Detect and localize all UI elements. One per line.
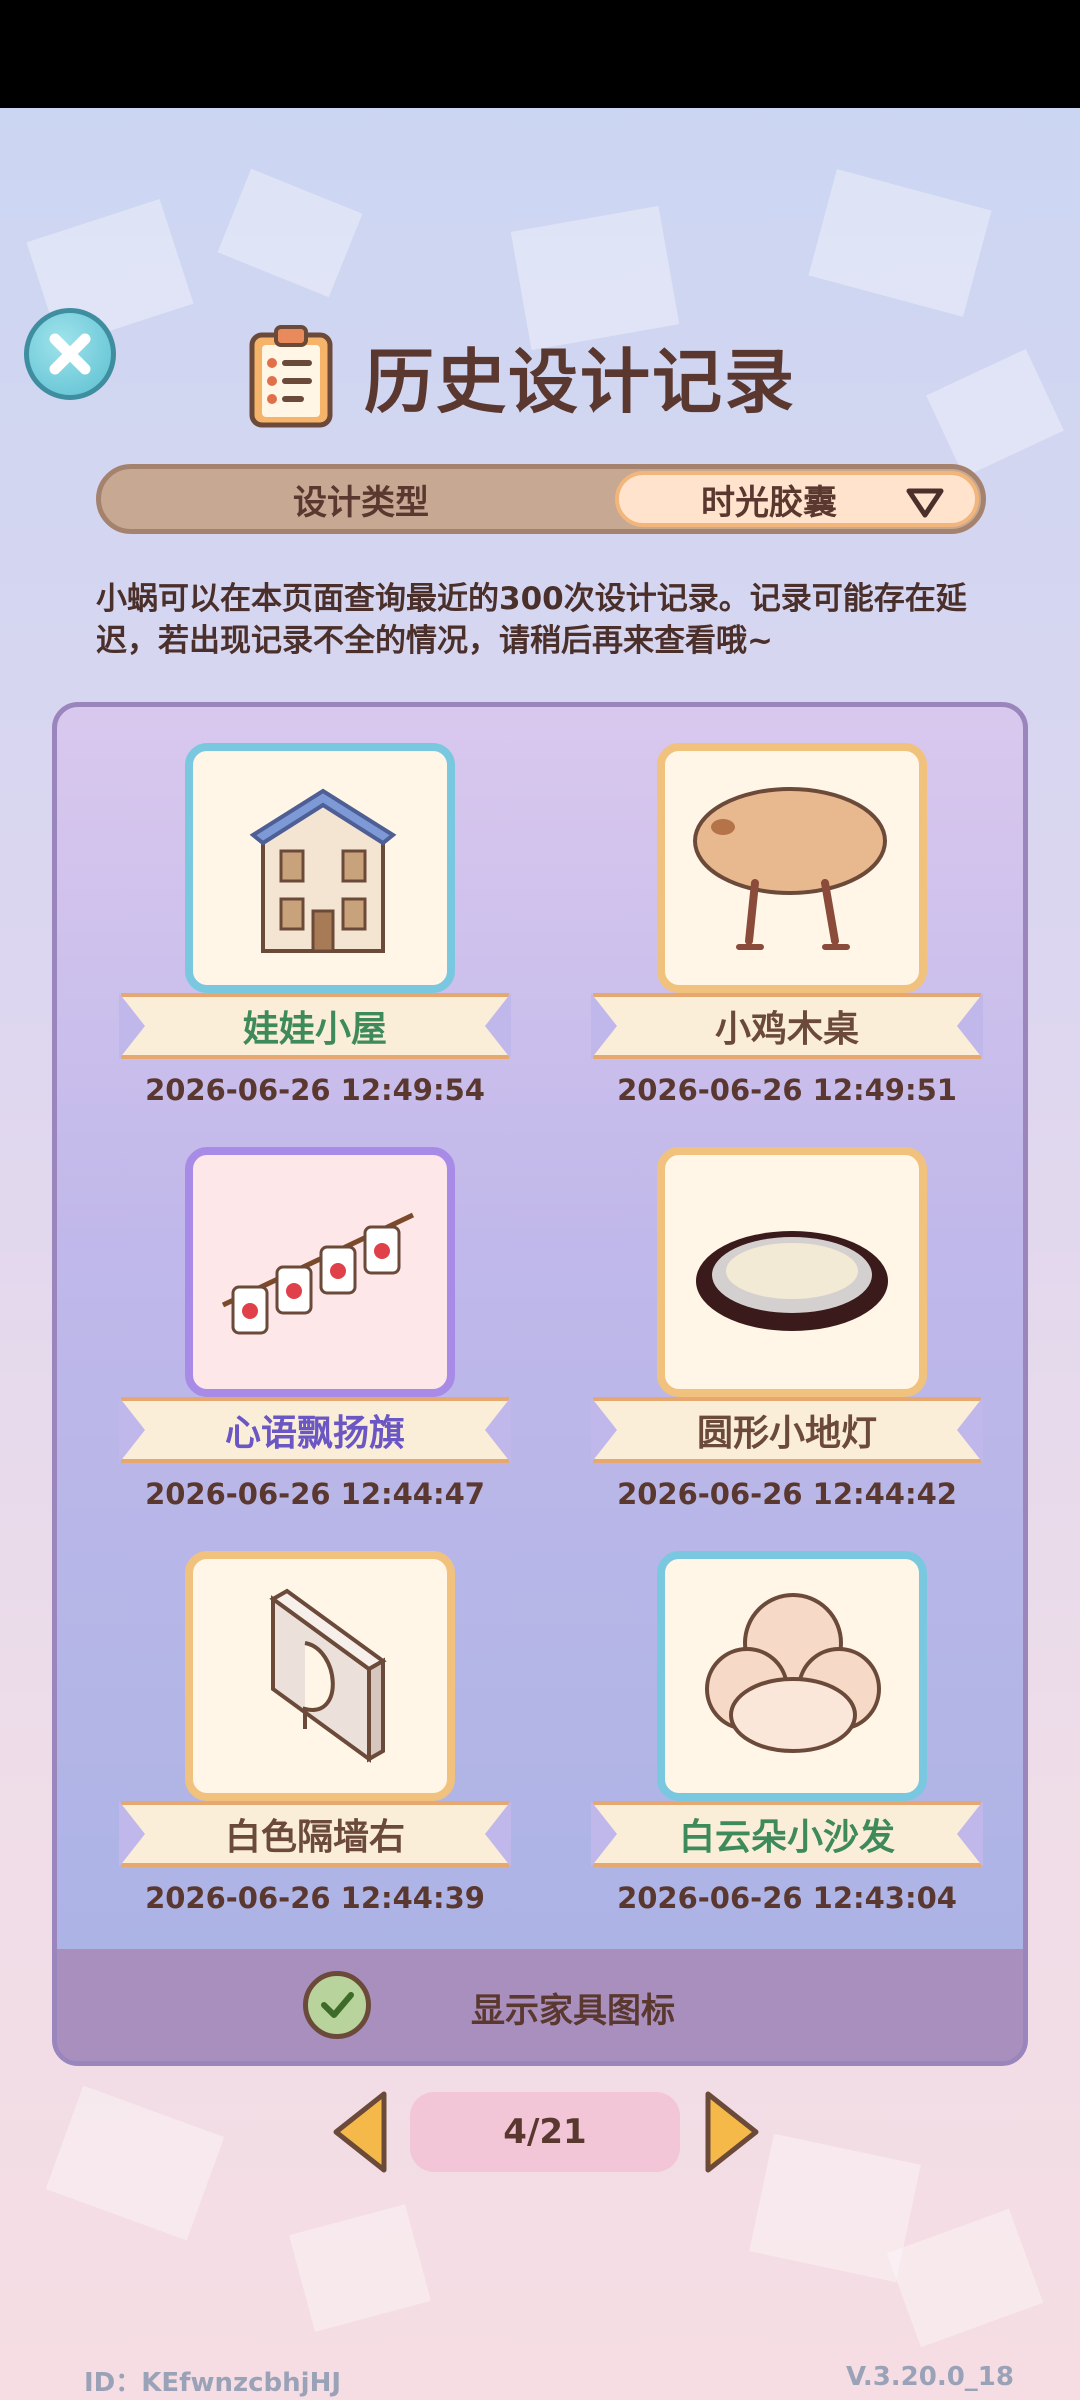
dollhouse-icon xyxy=(249,788,397,953)
record-name-ribbon: 白云朵小沙发 xyxy=(591,1801,983,1867)
white-wall-icon xyxy=(269,1588,387,1763)
show-icons-checkbox[interactable] xyxy=(303,1971,371,2039)
record-thumbnail xyxy=(657,743,927,993)
record-card[interactable]: 白云朵小沙发 2026-06-26 12:43:04 xyxy=(587,1551,987,1931)
cloud-sofa-icon xyxy=(705,1593,881,1753)
record-name: 圆形小地灯 xyxy=(696,1413,877,1454)
round-floor-lamp-icon xyxy=(696,1231,888,1331)
record-name: 小鸡木桌 xyxy=(714,1009,859,1050)
record-name-ribbon: 娃娃小屋 xyxy=(119,993,511,1059)
design-filter-tabs: 设计类型 时光胶囊 xyxy=(96,464,986,534)
prev-page-button[interactable] xyxy=(330,2090,390,2174)
show-icons-label: 显示家具图标 xyxy=(471,1991,675,2031)
record-card[interactable]: 心语飘扬旗 2026-06-26 12:44:47 xyxy=(115,1147,515,1527)
record-time: 2026-06-26 12:44:39 xyxy=(145,1881,485,1915)
tab-design-type[interactable]: 设计类型 xyxy=(101,469,621,529)
record-card[interactable]: 圆形小地灯 2026-06-26 12:44:42 xyxy=(587,1147,987,1527)
close-icon xyxy=(49,333,91,375)
checkmark-icon xyxy=(321,1992,354,2018)
record-thumbnail xyxy=(185,743,455,993)
record-name-ribbon: 圆形小地灯 xyxy=(591,1397,983,1463)
page-title: 历史设计记录 xyxy=(364,340,796,423)
dropdown-triangle-icon xyxy=(906,488,944,518)
record-name-ribbon: 心语飘扬旗 xyxy=(119,1397,511,1463)
record-name: 心语飘扬旗 xyxy=(224,1413,405,1454)
record-name: 娃娃小屋 xyxy=(242,1009,387,1050)
record-time: 2026-06-26 12:49:51 xyxy=(617,1073,957,1107)
header: 历史设计记录 xyxy=(248,316,796,436)
record-thumbnail xyxy=(657,1147,927,1397)
record-name-ribbon: 小鸡木桌 xyxy=(591,993,983,1059)
tab-time-capsule-label: 时光胶囊 xyxy=(701,482,837,523)
record-card[interactable]: 小鸡木桌 2026-06-26 12:49:51 xyxy=(587,743,987,1123)
close-button[interactable] xyxy=(24,308,116,400)
page-indicator: 4/21 xyxy=(410,2092,680,2172)
notice-text: 小蜗可以在本页面查询最近的300次设计记录。记录可能存在延迟，若出现记录不全的情… xyxy=(96,581,967,659)
record-card[interactable]: 娃娃小屋 2026-06-26 12:49:54 xyxy=(115,743,515,1123)
record-name: 白色隔墙右 xyxy=(224,1817,405,1858)
record-name: 白云朵小沙发 xyxy=(678,1817,895,1858)
heart-flag-icon xyxy=(221,1212,415,1335)
record-thumbnail xyxy=(185,1551,455,1801)
tab-design-type-label: 设计类型 xyxy=(293,482,429,523)
records-panel: 娃娃小屋 2026-06-26 12:49:54 小鸡木桌 2026-06-26… xyxy=(52,702,1028,2066)
record-time: 2026-06-26 12:44:47 xyxy=(145,1477,485,1511)
record-time: 2026-06-26 12:44:42 xyxy=(617,1477,957,1511)
record-time: 2026-06-26 12:49:54 xyxy=(145,1073,485,1107)
chick-table-icon xyxy=(693,787,887,950)
record-name-ribbon: 白色隔墙右 xyxy=(119,1801,511,1867)
record-thumbnail xyxy=(185,1147,455,1397)
clipboard-icon xyxy=(249,325,333,428)
tab-time-capsule[interactable]: 时光胶囊 xyxy=(615,471,979,527)
record-card[interactable]: 白色隔墙右 2026-06-26 12:44:39 xyxy=(115,1551,515,1931)
next-page-button[interactable] xyxy=(702,2090,762,2174)
status-bar xyxy=(0,0,1080,108)
record-thumbnail xyxy=(657,1551,927,1801)
panel-footer: 显示家具图标 xyxy=(57,1949,1023,2061)
record-time: 2026-06-26 12:43:04 xyxy=(617,1881,957,1915)
page-indicator-text: 4/21 xyxy=(503,2112,587,2152)
version-label: V.3.20.0_18 xyxy=(846,2362,1014,2392)
user-id: ID：KEfwnzcbhjHJ xyxy=(84,2368,342,2398)
